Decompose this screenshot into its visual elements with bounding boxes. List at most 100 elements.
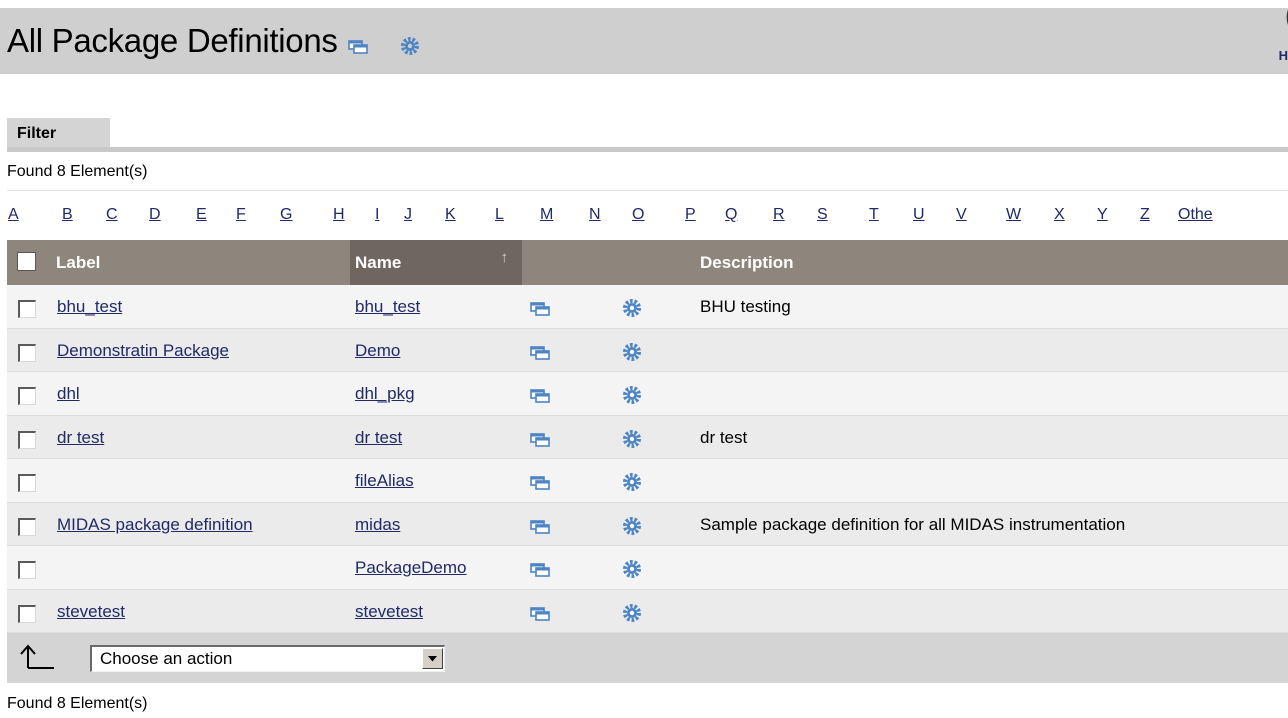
gear-icon[interactable] [622, 603, 642, 623]
alphabet-filter-c[interactable]: C [106, 206, 118, 224]
alphabet-filter-a[interactable]: A [8, 206, 19, 224]
row-label-link[interactable]: dhl [57, 384, 80, 404]
divider [7, 190, 1288, 191]
row-checkbox[interactable] [18, 517, 36, 536]
page-title: All Package Definitions [7, 22, 338, 59]
alphabet-filter-i[interactable]: I [375, 206, 379, 224]
alphabet-filter-j[interactable]: J [404, 206, 412, 224]
row-label-link[interactable]: dr test [57, 428, 104, 448]
row-label-link[interactable]: Demonstratin Package [57, 341, 229, 361]
alphabet-filter-h[interactable]: H [333, 206, 345, 224]
result-count: Found 8 Element(s) [7, 163, 148, 180]
row-name-link[interactable]: dhl_pkg [355, 384, 415, 404]
column-header-name-cell[interactable]: Name ↑ [350, 240, 522, 285]
table-row: fileAlias [7, 459, 1288, 503]
alphabet-filter-m[interactable]: M [540, 206, 553, 224]
row-checkbox[interactable] [18, 300, 36, 318]
alphabet-filter-g[interactable]: G [280, 206, 292, 224]
new-window-icon[interactable] [530, 519, 550, 534]
table-row: dhl dhl_pkg [7, 372, 1288, 416]
table-body: bhu_test bhu_test BHU testing Demonstratin … [7, 285, 1288, 633]
alphabet-filter-d[interactable]: D [149, 206, 161, 224]
alphabet-filter-w[interactable]: W [1006, 206, 1021, 224]
row-checkbox[interactable] [18, 430, 36, 449]
gear-icon[interactable] [622, 429, 642, 449]
new-window-icon[interactable] [530, 345, 550, 360]
gear-icon[interactable] [622, 385, 642, 405]
alphabet-filter: A B C D E F G H I J K L M N O P Q R S T U V W X Y Z Othe [0, 206, 1288, 228]
select-all-checkbox[interactable] [17, 252, 36, 271]
alphabet-filter-b[interactable]: B [62, 206, 73, 224]
page-header: All Package Definitions ( H [0, 0, 1288, 74]
column-header-label[interactable]: Label [56, 253, 100, 273]
alphabet-filter-l[interactable]: L [495, 206, 504, 224]
alphabet-filter-f[interactable]: F [236, 206, 246, 224]
table-row: Demonstratin Package Demo [7, 328, 1288, 372]
column-header-description[interactable]: Description [700, 253, 794, 273]
table-header: Label Name ↑ Description [7, 240, 1288, 285]
alphabet-filter-n[interactable]: N [589, 206, 601, 224]
alphabet-filter-v[interactable]: V [956, 206, 967, 224]
row-name-link[interactable]: fileAlias [355, 471, 414, 491]
table-row: PackageDemo [7, 546, 1288, 590]
row-name-link[interactable]: Demo [355, 341, 400, 361]
row-name-link[interactable]: stevetest [355, 602, 423, 622]
alphabet-filter-s[interactable]: S [817, 206, 828, 224]
alphabet-filter-r[interactable]: R [773, 206, 785, 224]
alphabet-filter-k[interactable]: K [445, 206, 456, 224]
table-row: MIDAS package definition midas Sample pack… [7, 502, 1288, 546]
gear-icon[interactable] [622, 298, 642, 318]
row-description: BHU testing [700, 297, 791, 316]
gear-icon[interactable] [622, 516, 642, 536]
row-label-link[interactable]: MIDAS package definition [57, 515, 253, 535]
new-window-icon[interactable] [530, 432, 550, 447]
filter-tab[interactable]: Filter [7, 118, 110, 149]
alphabet-filter-x[interactable]: X [1054, 206, 1065, 224]
corner-arrow-icon [20, 644, 54, 669]
gear-icon[interactable] [622, 559, 642, 579]
new-window-icon[interactable] [347, 40, 368, 54]
new-window-icon[interactable] [530, 476, 550, 490]
row-description: Sample package definition for all MIDAS … [700, 514, 1126, 534]
action-select[interactable]: Choose an action [90, 645, 445, 672]
alphabet-filter-o[interactable]: O [632, 206, 644, 224]
new-window-icon[interactable] [530, 563, 550, 577]
alphabet-filter-y[interactable]: Y [1097, 206, 1108, 224]
help-link[interactable]: H [1279, 48, 1288, 63]
row-checkbox[interactable] [18, 561, 36, 579]
row-label-link[interactable]: bhu_test [57, 297, 122, 317]
filter-divider [7, 147, 1288, 152]
table-row: bhu_test bhu_test BHU testing [7, 285, 1288, 329]
table-row: stevetest stevetest [7, 589, 1288, 633]
alphabet-filter-t[interactable]: T [869, 206, 879, 224]
row-name-link[interactable]: dr test [355, 428, 402, 448]
alphabet-filter-e[interactable]: E [196, 206, 207, 224]
alphabet-filter-other[interactable]: Othe [1178, 206, 1213, 224]
alphabet-filter-q[interactable]: Q [725, 206, 737, 224]
row-name-link[interactable]: bhu_test [355, 297, 420, 317]
alphabet-filter-p[interactable]: P [685, 206, 696, 224]
new-window-icon[interactable] [530, 606, 550, 621]
alphabet-filter-z[interactable]: Z [1140, 206, 1150, 224]
table-footer: Choose an action [7, 633, 1288, 683]
new-window-icon[interactable] [530, 302, 550, 316]
sort-ascending-icon: ↑ [500, 249, 509, 266]
gear-icon[interactable] [622, 342, 642, 362]
alphabet-filter-u[interactable]: U [913, 206, 925, 224]
row-name-link[interactable]: midas [355, 515, 400, 535]
action-select-value: Choose an action [100, 649, 233, 668]
gear-icon[interactable] [400, 36, 420, 56]
row-description: dr test [700, 427, 748, 447]
chevron-down-icon[interactable] [422, 648, 443, 669]
row-name-link[interactable]: PackageDemo [355, 558, 467, 578]
row-checkbox[interactable] [18, 343, 36, 362]
row-checkbox[interactable] [18, 387, 36, 405]
row-label-link[interactable]: stevetest [57, 602, 125, 622]
column-header-name[interactable]: Name [355, 253, 401, 273]
result-count-bottom: Found 8 Element(s) [7, 695, 148, 712]
new-window-icon[interactable] [530, 389, 550, 403]
package-definitions-table: Label Name ↑ Description bhu_test bhu_tes… [7, 240, 1288, 683]
gear-icon[interactable] [622, 472, 642, 492]
row-checkbox[interactable] [18, 604, 36, 623]
row-checkbox[interactable] [18, 474, 36, 492]
